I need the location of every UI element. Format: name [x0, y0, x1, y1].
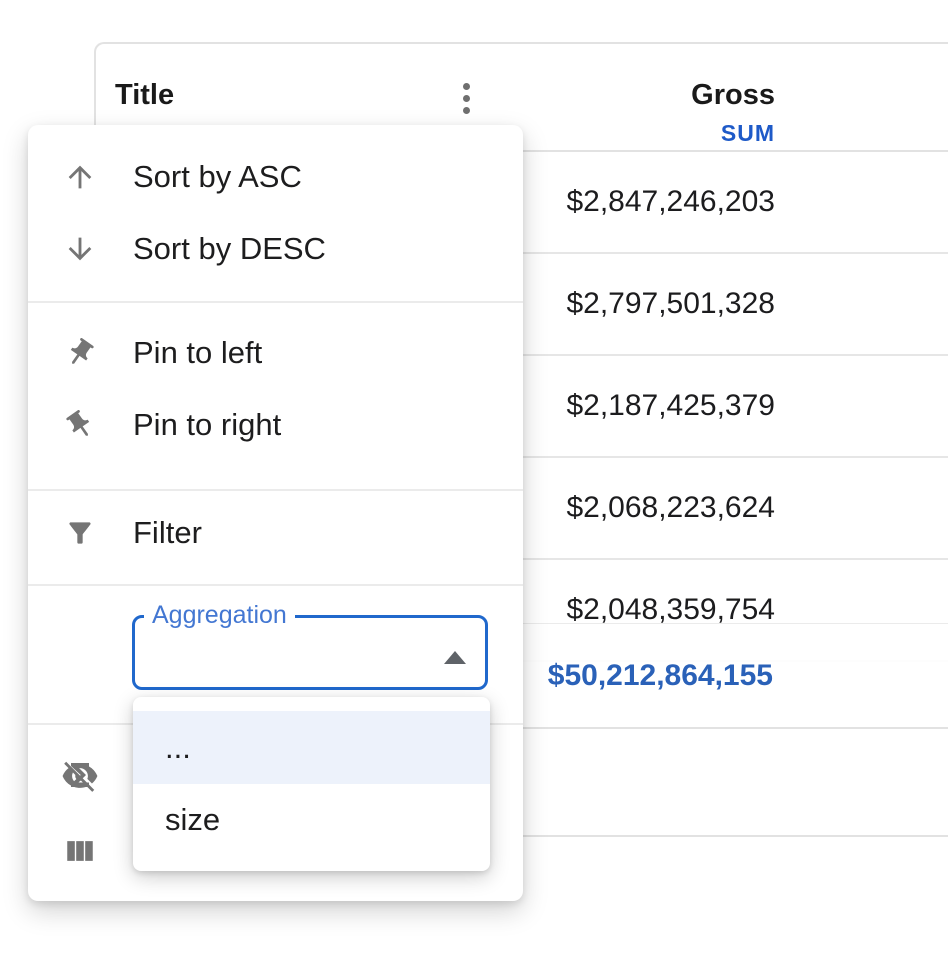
menu-divider — [28, 489, 523, 491]
arrow-down-icon — [58, 232, 102, 266]
menu-item-sort-desc[interactable]: Sort by DESC — [28, 213, 523, 285]
aggregation-select-label: Aggregation — [144, 602, 295, 628]
dropdown-option-size[interactable]: size — [133, 784, 490, 856]
pin-right-icon — [53, 399, 107, 450]
visibility-off-icon — [58, 757, 102, 795]
dropdown-option-label: size — [165, 802, 220, 838]
gross-cell: $2,797,501,328 — [566, 287, 775, 321]
menu-item-label: Sort by DESC — [133, 231, 326, 267]
menu-item-label: Pin to right — [133, 407, 281, 443]
dropdown-option-label: ... — [165, 730, 191, 766]
column-header-title[interactable]: Title — [115, 80, 174, 110]
menu-item-label: Filter — [133, 515, 202, 551]
gross-cell: $2,048,359,754 — [566, 593, 775, 627]
column-header-gross-label: Gross — [691, 80, 775, 110]
menu-item-sort-asc[interactable]: Sort by ASC — [28, 141, 523, 213]
menu-item-label: Sort by ASC — [133, 159, 302, 195]
filter-icon — [58, 517, 102, 549]
menu-item-pin-left[interactable]: Pin to left — [28, 317, 523, 389]
gross-cell: $2,068,223,624 — [566, 491, 775, 525]
arrow-up-icon — [58, 160, 102, 194]
aggregation-dropdown: ... size — [133, 697, 490, 871]
menu-item-filter[interactable]: Filter — [28, 497, 523, 569]
dropdown-option-none[interactable]: ... — [133, 711, 490, 784]
gross-cell: $2,847,246,203 — [566, 185, 775, 219]
menu-item-pin-right[interactable]: Pin to right — [28, 389, 523, 461]
menu-divider — [28, 301, 523, 303]
gross-cell: $2,187,425,379 — [566, 389, 775, 423]
sum-total-value: $50,212,864,155 — [548, 659, 773, 693]
chevron-up-icon[interactable] — [444, 651, 466, 664]
menu-divider — [28, 584, 523, 586]
manage-columns-icon — [58, 834, 102, 868]
aggregation-badge: SUM — [691, 120, 775, 146]
screen: Title Gross SUM $2,847,246,203 $2,797,50… — [0, 0, 948, 964]
pin-left-icon — [53, 327, 107, 378]
kebab-menu-icon[interactable] — [444, 72, 488, 124]
menu-item-label: Pin to left — [133, 335, 262, 371]
column-header-gross[interactable]: Gross SUM — [691, 44, 775, 146]
